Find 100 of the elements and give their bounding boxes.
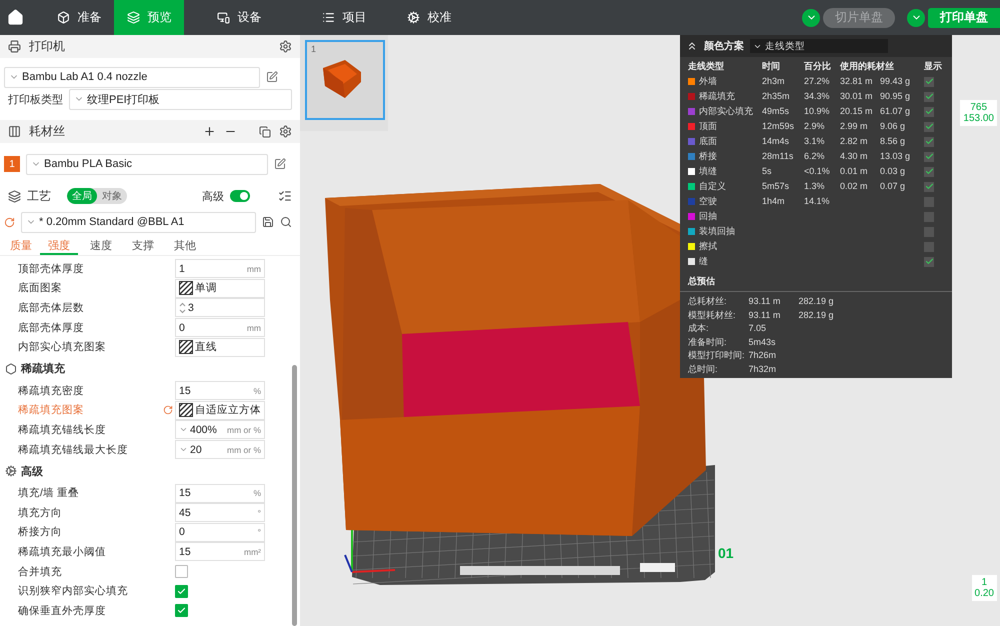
nav-tab[interactable]: 校准 <box>394 0 464 35</box>
check-icon <box>177 606 186 616</box>
show-checkbox[interactable] <box>924 182 934 192</box>
show-checkbox[interactable] <box>924 212 934 222</box>
show-checkbox[interactable] <box>924 226 934 236</box>
plus-icon[interactable] <box>203 125 216 138</box>
column-header: 显示 <box>924 60 943 73</box>
show-checkbox[interactable] <box>924 136 934 146</box>
summary-label: 模型打印时间: <box>688 349 745 362</box>
honeycomb-icon <box>5 362 17 375</box>
checkbox[interactable] <box>175 604 188 618</box>
input-field[interactable]: 0 ° <box>175 522 265 542</box>
table-cell-text: 2.82 m <box>840 135 869 148</box>
scope-toggle[interactable]: 全局 对象 <box>67 188 127 204</box>
setting-label: 稀疏填充密度 <box>18 384 85 398</box>
show-checkbox[interactable] <box>924 242 934 252</box>
table-cell-text: 3.1% <box>804 135 826 148</box>
dropdown-button[interactable] <box>802 8 820 26</box>
setting-label: 底部壳体厚度 <box>18 320 85 335</box>
plate-thumbnail[interactable]: 1 <box>305 40 385 120</box>
layers-icon <box>126 11 140 24</box>
filament-dropdown[interactable]: Bambu PLA Basic <box>26 154 268 174</box>
line-type-name: 顶面 <box>699 120 717 133</box>
input-field[interactable]: 15 % <box>175 381 265 400</box>
reset-icon[interactable] <box>4 216 15 228</box>
process-dropdown[interactable]: * 0.20mm Standard @BBL A1 <box>21 212 256 232</box>
scrollbar[interactable] <box>292 365 297 626</box>
checkbox[interactable] <box>175 584 188 598</box>
pattern-dropdown[interactable]: 自适应立方体 <box>175 400 265 420</box>
scheme-dropdown[interactable]: 走线类型 <box>750 39 888 53</box>
pattern-dropdown[interactable]: 单调 <box>175 278 265 298</box>
reset-icon[interactable] <box>163 405 173 416</box>
pattern-icon <box>179 340 193 354</box>
show-checkbox[interactable] <box>924 152 934 162</box>
advanced-switch[interactable] <box>230 190 250 202</box>
input-field[interactable]: 0 mm <box>175 318 265 338</box>
settings-tab[interactable]: 其他 <box>166 237 204 255</box>
setting-label: 顶部壳体厚度 <box>18 262 85 276</box>
show-checkbox[interactable] <box>924 196 934 206</box>
collapse-icon[interactable] <box>686 40 698 52</box>
settings-icon[interactable] <box>279 125 292 138</box>
pattern-dropdown[interactable]: 直线 <box>175 338 265 357</box>
nav-tab[interactable]: 准备 <box>44 0 114 35</box>
save-icon[interactable] <box>262 216 274 228</box>
line-type-name: 桥接 <box>699 150 717 163</box>
edit-icon[interactable] <box>266 71 278 83</box>
summary-value: 282.19 g <box>798 308 835 321</box>
summary-label: 模型耗材丝: <box>688 308 737 321</box>
show-checkbox[interactable] <box>924 92 934 102</box>
list-icon[interactable] <box>278 189 292 203</box>
setting-label: 填充方向 <box>18 506 63 520</box>
spin-field[interactable]: 3 <box>175 298 265 318</box>
summary-title: 总预估 <box>680 269 952 292</box>
check-icon <box>924 257 934 266</box>
input-field[interactable]: 15 % <box>175 484 265 503</box>
gears-icon <box>5 465 17 478</box>
show-checkbox[interactable] <box>924 256 934 266</box>
dropdown-button[interactable] <box>907 8 925 26</box>
edit-icon[interactable] <box>274 158 286 170</box>
home-icon <box>6 9 24 26</box>
input-field[interactable]: 45 ° <box>175 503 265 522</box>
printer-dropdown[interactable]: Bambu Lab A1 0.4 nozzle <box>4 66 260 88</box>
combo-field[interactable]: 400% mm or % <box>175 420 265 440</box>
setting-label: 稀疏填充锚线长度 <box>18 422 107 437</box>
settings-tab[interactable]: 速度 <box>82 237 120 255</box>
show-checkbox[interactable] <box>924 76 934 86</box>
input-field[interactable]: 15 mm² <box>175 542 265 562</box>
table-cell-text: 4.30 m <box>840 150 869 163</box>
setting-label: 内部实心填充图案 <box>18 340 107 354</box>
combo-field[interactable]: 20 mm or % <box>175 440 265 460</box>
show-checkbox[interactable] <box>924 106 934 116</box>
table-cell-text: 61.07 g <box>880 105 912 118</box>
line-type-name: 擦拭 <box>699 240 717 253</box>
scope-tab[interactable]: 对象 <box>97 188 127 204</box>
layers-icon <box>8 190 21 202</box>
line-type-name: 内部实心填充 <box>699 105 753 118</box>
check-icon <box>177 586 186 596</box>
summary-label: 成本: <box>688 322 710 334</box>
plate-type-dropdown[interactable]: 纹理PEI打印板 <box>69 88 292 110</box>
show-checkbox[interactable] <box>924 122 934 132</box>
show-checkbox[interactable] <box>924 166 934 176</box>
checkbox[interactable] <box>175 565 188 578</box>
summary-value: 93.11 m <box>748 308 782 321</box>
setting-label: 稀疏填充最小阈值 <box>18 544 107 559</box>
input-field[interactable]: 1 mm <box>175 259 265 278</box>
nav-tab[interactable]: 设备 <box>184 0 294 35</box>
table-cell-text: 5s <box>762 165 773 178</box>
settings-tab[interactable]: 支撑 <box>124 237 162 255</box>
search-icon[interactable] <box>280 216 292 228</box>
setting-label: 桥接方向 <box>18 525 63 540</box>
setting-label: 合并填充 <box>18 564 63 579</box>
setting-label: 填充/墙 重叠 <box>18 486 80 500</box>
table-cell-text: 1.3% <box>804 180 826 193</box>
table-cell-text: 20.15 m <box>840 105 874 118</box>
plate-number: 1 <box>311 44 316 54</box>
table-cell-text: 8.56 g <box>880 135 906 148</box>
table-cell-text: 30.01 m <box>840 90 874 103</box>
settings-icon[interactable] <box>279 40 292 53</box>
table-cell-text: 14.1% <box>804 195 831 208</box>
nav-tab[interactable]: 项目 <box>294 0 394 35</box>
